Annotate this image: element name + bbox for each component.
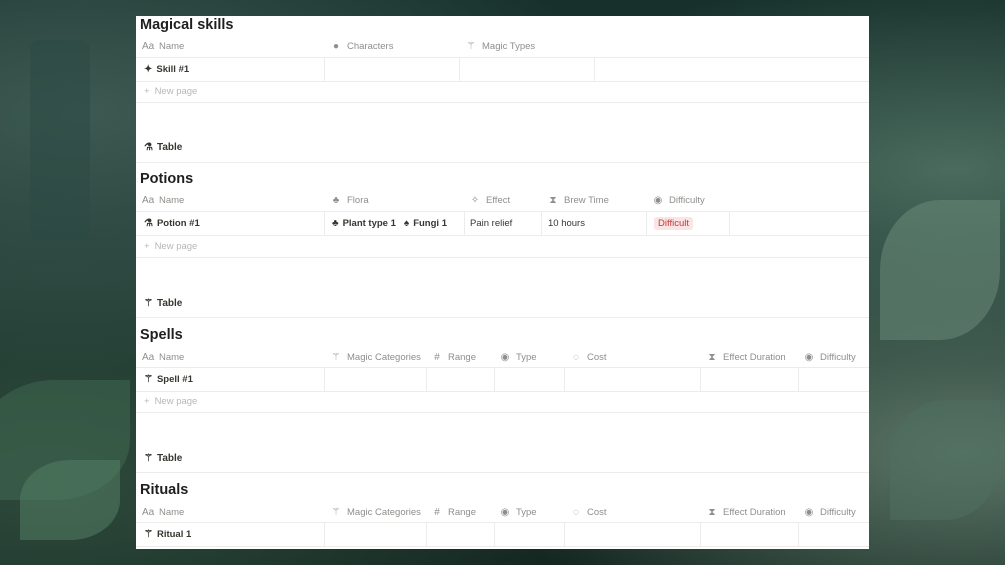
column-header-type[interactable]: ◉ Type	[499, 346, 537, 368]
column-header-characters[interactable]: ● Characters	[330, 35, 394, 57]
difficulty-cell[interactable]: Difficult	[654, 212, 693, 235]
view-tab-table[interactable]: ⚚ Table	[144, 298, 182, 309]
hourglass-icon: ⧗	[708, 351, 716, 363]
table-row[interactable]: ⚚ Spell #1	[136, 367, 869, 392]
flask-icon: ⚗	[144, 142, 153, 153]
database-title-spells: Spells	[140, 327, 183, 343]
column-header-effect-duration[interactable]: ⧗ Effect Duration	[706, 501, 785, 523]
new-page-button[interactable]: + New page	[144, 396, 197, 407]
table-row[interactable]: ⚚ Ritual 1	[136, 522, 869, 547]
row-name-cell[interactable]: ✦ Skill #1	[144, 58, 189, 81]
column-header-name[interactable]: Aa Name	[142, 501, 184, 523]
column-header-name[interactable]: Aa Name	[142, 189, 184, 211]
magic-wand-icon: ⚚	[144, 529, 153, 540]
new-page-button[interactable]: + New page	[144, 86, 197, 97]
column-header-range[interactable]: # Range	[431, 501, 476, 523]
column-header-magic-categories[interactable]: ⚚ Magic Categories	[330, 346, 421, 368]
circle-chevron-icon: ◉	[500, 351, 510, 363]
plus-icon: +	[144, 241, 150, 252]
brew-time-cell[interactable]: 10 hours	[548, 212, 585, 235]
column-header-effect[interactable]: ✧ Effect	[469, 189, 510, 211]
text-type-icon: Aa	[142, 40, 155, 52]
background-foliage	[30, 40, 90, 240]
column-header-magic-categories[interactable]: ⚚ Magic Categories	[330, 501, 421, 523]
sparkle-icon: ✦	[144, 64, 153, 75]
column-header-range[interactable]: # Range	[431, 346, 476, 368]
new-page-button[interactable]: + New page	[144, 241, 197, 252]
background-foliage	[880, 200, 1000, 340]
row-name-cell[interactable]: ⚚ Ritual 1	[144, 523, 191, 546]
table-row[interactable]: ✦ Skill #1	[136, 57, 869, 82]
magic-wand-icon: ⚚	[144, 374, 153, 385]
hourglass-icon: ⧗	[549, 194, 557, 206]
difficulty-tag: Difficult	[654, 217, 693, 230]
mushroom-icon: ♠	[403, 218, 410, 229]
circle-chevron-icon: ◉	[500, 506, 510, 518]
circle-chevron-icon: ◉	[804, 351, 814, 363]
dotted-circle-icon: ◌	[573, 506, 579, 518]
person-circle-icon: ●	[332, 40, 340, 52]
magic-wand-icon: ⚚	[331, 506, 341, 518]
magic-wand-icon: ⚚	[466, 40, 476, 52]
column-header-difficulty[interactable]: ◉ Difficulty	[803, 501, 856, 523]
sparkle-icon: ✧	[470, 194, 480, 206]
column-header-name[interactable]: Aa Name	[142, 35, 184, 57]
hash-icon: #	[434, 506, 440, 518]
circle-chevron-icon: ◉	[653, 194, 663, 206]
circle-chevron-icon: ◉	[804, 506, 814, 518]
flask-icon: ⚗	[144, 218, 153, 229]
plus-icon: +	[144, 396, 150, 407]
database-title-rituals: Rituals	[140, 482, 189, 498]
column-header-cost[interactable]: ◌ Cost	[570, 346, 607, 368]
text-type-icon: Aa	[142, 194, 155, 206]
background-foliage	[20, 460, 120, 540]
row-name-cell[interactable]: ⚚ Spell #1	[144, 368, 193, 391]
column-header-cost[interactable]: ◌ Cost	[570, 501, 607, 523]
background-foliage	[890, 400, 1000, 520]
dotted-circle-icon: ◌	[573, 351, 579, 363]
hash-icon: #	[434, 351, 440, 363]
database-title-skills: Magical skills	[140, 17, 234, 33]
text-type-icon: Aa	[142, 506, 155, 518]
column-header-magic-types[interactable]: ⚚ Magic Types	[465, 35, 536, 57]
view-tab-table[interactable]: ⚗ Table	[144, 142, 182, 153]
plant-icon: ♣	[332, 194, 340, 206]
plant-icon: ♣	[332, 218, 339, 229]
magic-wand-icon: ⚚	[144, 298, 153, 309]
notion-page: Magical skills Aa Name ● Characters ⚚ Ma…	[136, 16, 869, 549]
column-header-flora[interactable]: ♣ Flora	[330, 189, 369, 211]
column-header-type[interactable]: ◉ Type	[499, 501, 537, 523]
effect-cell[interactable]: Pain relief	[470, 212, 512, 235]
magic-wand-icon: ⚚	[144, 453, 153, 464]
column-header-difficulty[interactable]: ◉ Difficulty	[803, 346, 856, 368]
column-header-brew-time[interactable]: ⧗ Brew Time	[547, 189, 608, 211]
plus-icon: +	[144, 86, 150, 97]
view-tab-table[interactable]: ⚚ Table	[144, 453, 182, 464]
magic-wand-icon: ⚚	[331, 351, 341, 363]
column-header-name[interactable]: Aa Name	[142, 346, 184, 368]
column-header-effect-duration[interactable]: ⧗ Effect Duration	[706, 346, 785, 368]
row-name-cell[interactable]: ⚗ Potion #1	[144, 212, 200, 235]
table-row[interactable]: ⚗ Potion #1 ♣ Plant type 1 ♠ Fungi 1 Pai…	[136, 211, 869, 236]
text-type-icon: Aa	[142, 351, 155, 363]
database-title-potions: Potions	[140, 171, 194, 187]
flora-cell[interactable]: ♣ Plant type 1 ♠ Fungi 1	[332, 212, 447, 235]
column-header-difficulty[interactable]: ◉ Difficulty	[652, 189, 705, 211]
hourglass-icon: ⧗	[708, 506, 716, 518]
